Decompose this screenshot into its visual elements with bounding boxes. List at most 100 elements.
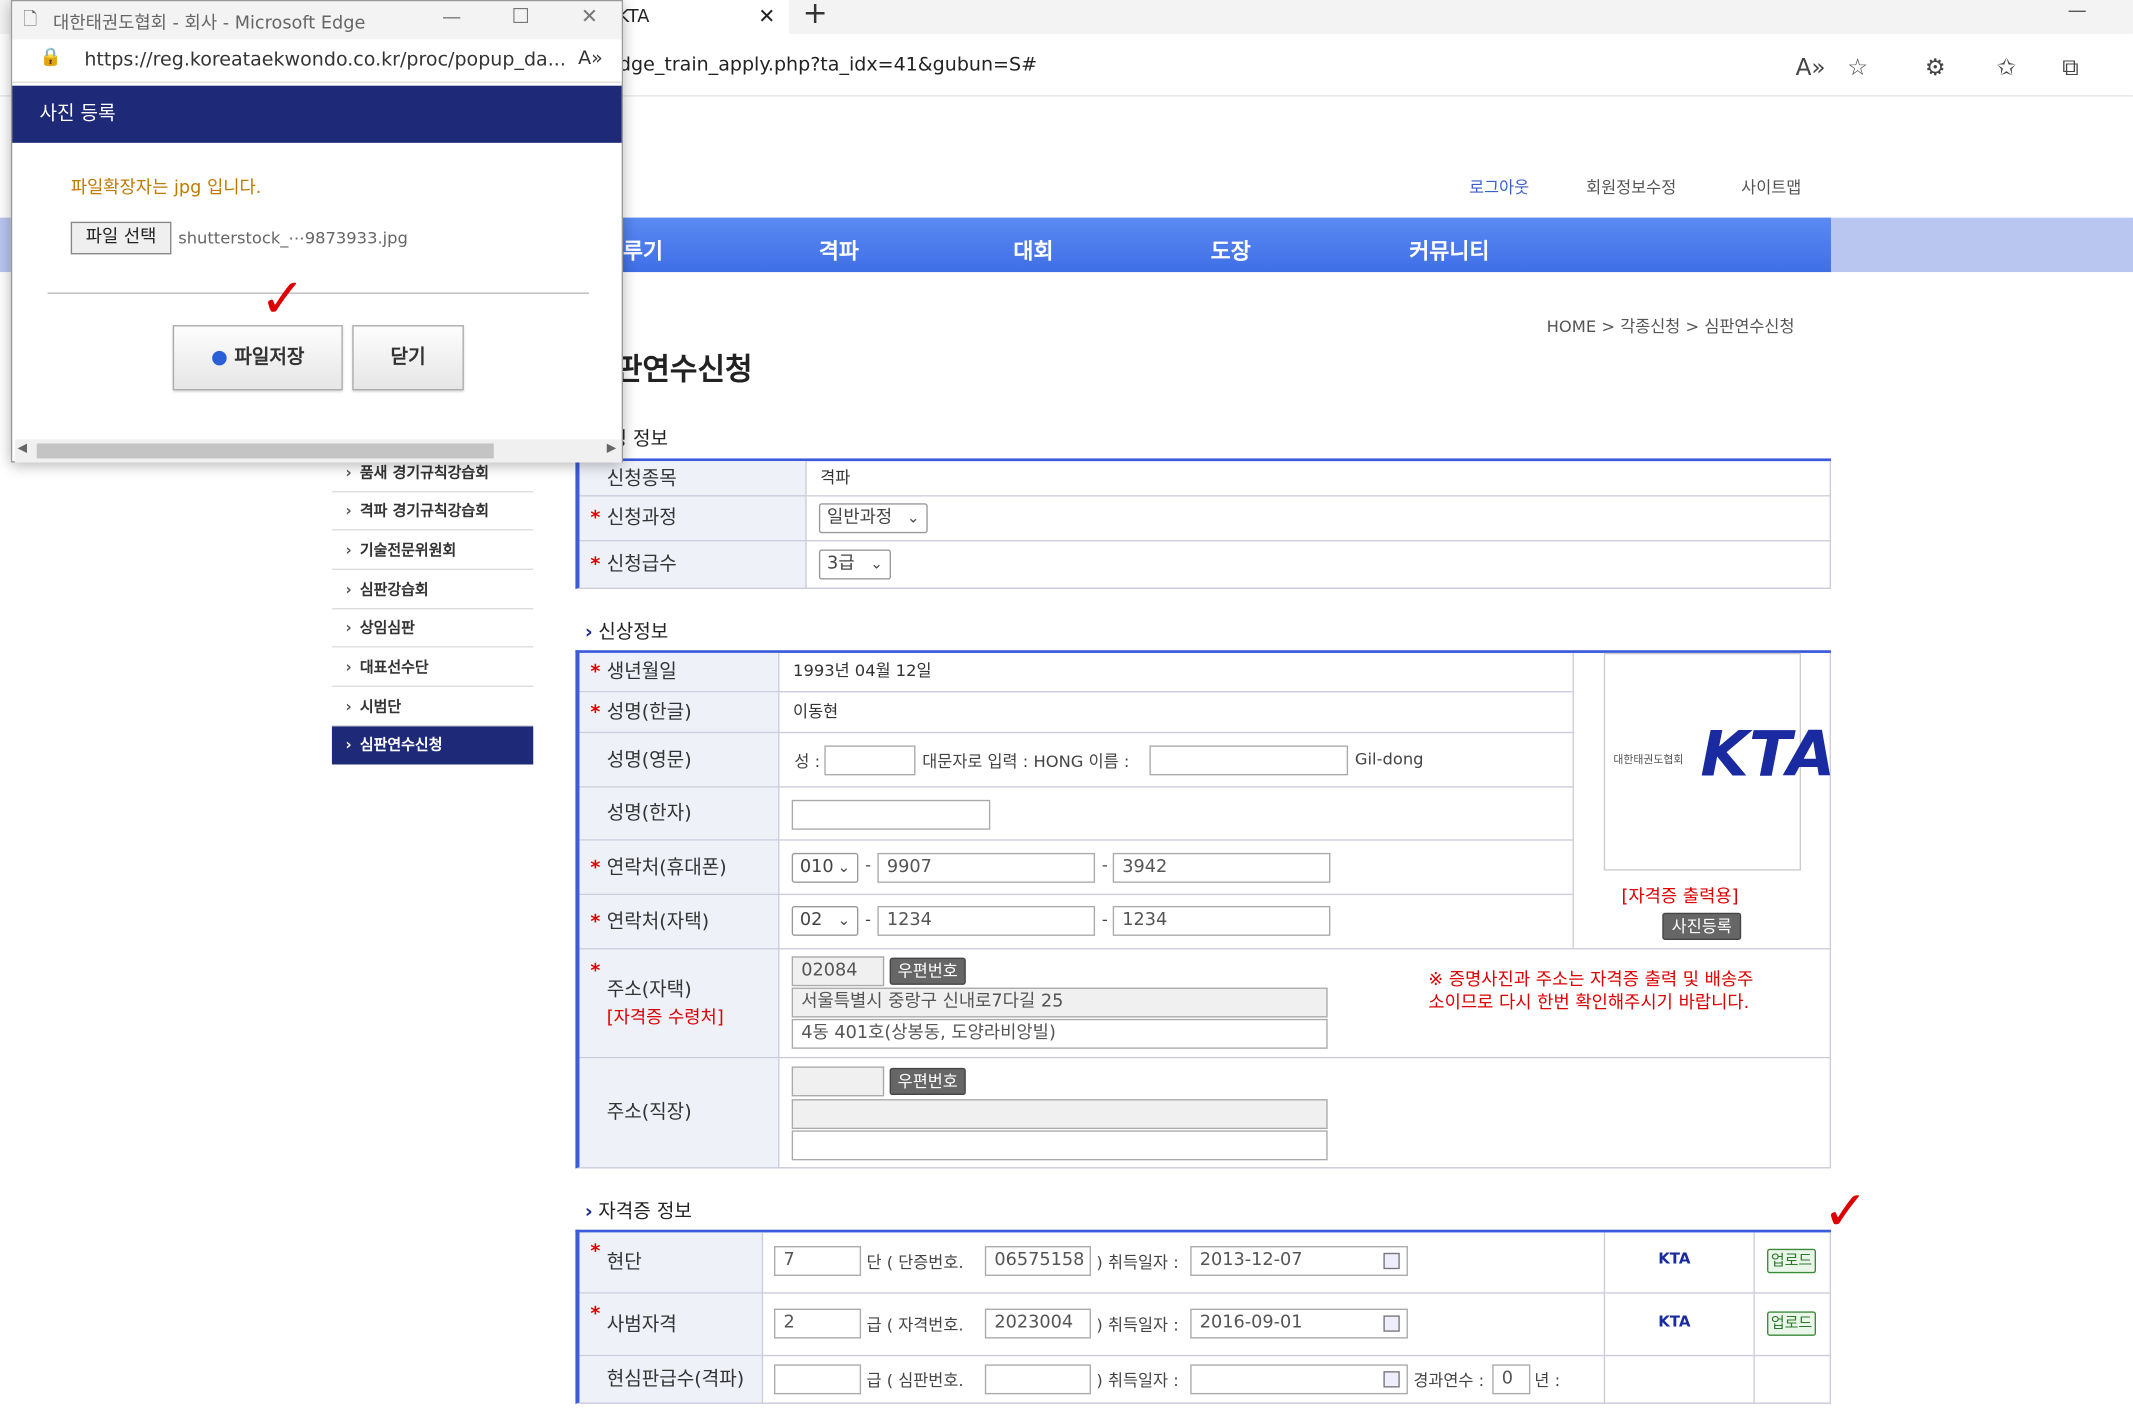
nav-item-breaking[interactable]: 격파: [819, 233, 859, 266]
select-value: 010: [799, 856, 834, 878]
nav-item-dojang[interactable]: 도장: [1211, 233, 1251, 266]
sitemap-link[interactable]: 사이트맵: [1741, 175, 1801, 198]
address-notice: ※ 증명사진과 주소는 자격증 출력 및 배송주소이므로 다시 한번 확인해주시…: [1428, 969, 1754, 1014]
nav-item-community[interactable]: 커뮤니티: [1409, 233, 1489, 266]
read-aloud-icon[interactable]: A»: [1796, 54, 1826, 81]
judge-date-input[interactable]: [1190, 1364, 1408, 1395]
new-tab-icon[interactable]: +: [803, 0, 828, 31]
popup-url[interactable]: https://reg.koreataekwondo.co.kr/proc/po…: [84, 49, 566, 71]
popup-header: 사진 등록: [12, 85, 622, 143]
popup-close-icon[interactable]: ✕: [581, 4, 598, 28]
dan-date-input[interactable]: 2013-12-07: [1190, 1246, 1408, 1276]
sidebar-item-label: 격파 경기규칙강습회: [359, 501, 489, 520]
section-label: 자격증 정보: [598, 1201, 692, 1223]
popup-maximize-icon[interactable]: ☐: [511, 4, 529, 28]
label-text: 사범자격: [606, 1314, 677, 1336]
birth-value: 1993년 04월 12일: [779, 652, 1574, 693]
course-select[interactable]: 일반과정 ⌄: [818, 503, 928, 534]
home-prefix-select[interactable]: 02 ⌄: [791, 905, 859, 936]
minimize-icon[interactable]: —: [2068, 0, 2087, 22]
photo-register-button[interactable]: 사진등록: [1662, 912, 1742, 940]
close-tab-icon[interactable]: ✕: [758, 0, 775, 34]
calendar-icon[interactable]: [1383, 1371, 1400, 1388]
chevron-right-icon: ›: [345, 618, 352, 637]
home-mid-input[interactable]: 1234: [877, 905, 1096, 936]
home-last-input[interactable]: 1234: [1112, 905, 1331, 936]
required-mark: *: [590, 661, 601, 683]
extensions-icon[interactable]: ⚙: [1925, 54, 1946, 81]
nav-item-competition[interactable]: 대회: [1013, 233, 1053, 266]
sidebar-item[interactable]: › 대표선수단: [331, 649, 534, 687]
master-number-input[interactable]: 2023004: [984, 1308, 1091, 1339]
sidebar-item[interactable]: › 격파 경기규칙강습회: [331, 492, 534, 531]
sidebar-item[interactable]: › 기술전문위원회: [331, 532, 534, 570]
file-choose-button[interactable]: 파일 선택: [70, 221, 172, 255]
work-addr1-input[interactable]: [791, 1099, 1328, 1130]
mobile-prefix-select[interactable]: 010 ⌄: [791, 852, 859, 883]
calendar-icon[interactable]: [1383, 1252, 1400, 1270]
popup-notice: 파일확장자는 jpg 입니다.: [70, 178, 262, 199]
file-save-button[interactable]: ● 파일저장: [172, 325, 343, 391]
addr1-input[interactable]: 서울특별시 중랑구 신내로7다길 25: [791, 987, 1328, 1018]
mobile-last-input[interactable]: 3942: [1112, 852, 1331, 883]
judge-number-input[interactable]: [984, 1364, 1091, 1395]
label-birth: * 생년월일: [579, 652, 780, 693]
popup-close-button[interactable]: 닫기: [352, 325, 464, 391]
logout-link[interactable]: 로그아웃: [1469, 175, 1529, 198]
label-master: * 사범자격: [579, 1293, 764, 1357]
sidebar-item[interactable]: › 시범단: [331, 688, 534, 727]
url-text[interactable]: dge_train_apply.php?ta_idx=41&gubun=S#: [619, 54, 1037, 76]
sidebar-item[interactable]: › 심판강습회: [331, 571, 534, 610]
grade-select[interactable]: 3급 ⌄: [818, 549, 891, 580]
addr2-input[interactable]: 4동 401호(상봉동, 도양라비앙빌): [791, 1018, 1328, 1049]
work-addr2-input[interactable]: [791, 1130, 1328, 1161]
dan-unit: 단 ( 단증번호.: [866, 1252, 964, 1272]
years-input[interactable]: 0: [1492, 1364, 1531, 1395]
member-edit-link[interactable]: 회원정보수정: [1586, 175, 1676, 198]
grade-cell: [806, 541, 1831, 590]
zip-input[interactable]: 02084: [791, 956, 885, 987]
label-home-phone: * 연락처(자택): [579, 895, 780, 950]
browser-tab[interactable]: KTA ✕: [598, 0, 789, 35]
judge-grade-input[interactable]: [774, 1364, 862, 1395]
zip-search-button[interactable]: 우편번호: [889, 957, 966, 985]
label-text: 생년월일: [606, 661, 677, 683]
kta-logo: KTA: [1700, 716, 1836, 791]
lock-icon[interactable]: 🔒: [39, 48, 61, 68]
calendar-icon[interactable]: [1383, 1315, 1400, 1332]
given-name-input[interactable]: [1149, 745, 1349, 776]
favorite-add-icon[interactable]: ☆: [1847, 54, 1868, 81]
dan-input[interactable]: 7: [774, 1246, 862, 1276]
scroll-left-icon[interactable]: ◀: [18, 442, 27, 456]
master-grade-input[interactable]: 2: [774, 1308, 862, 1339]
collections-icon[interactable]: ⧉: [2062, 54, 2079, 81]
button-label: 파일저장: [234, 346, 305, 369]
dan-number-input[interactable]: 06575158: [984, 1246, 1091, 1276]
mobile-mid-input[interactable]: 9907: [877, 852, 1096, 883]
work-zip-search-button[interactable]: 우편번호: [889, 1067, 966, 1096]
master-date-input[interactable]: 2016-09-01: [1190, 1308, 1408, 1339]
required-mark: *: [590, 507, 601, 530]
work-zip-input[interactable]: [791, 1066, 885, 1097]
favorites-icon[interactable]: ✩: [1997, 54, 2016, 81]
popup-minimize-icon[interactable]: —: [442, 7, 461, 29]
surname-input[interactable]: [824, 745, 916, 776]
master-upload-button[interactable]: 업로드: [1767, 1311, 1817, 1336]
label-dan: * 현단: [579, 1232, 764, 1294]
popup-read-aloud-icon[interactable]: A»: [578, 48, 603, 70]
scrollbar-thumb[interactable]: [36, 443, 494, 459]
chevron-right-icon: ›: [584, 1201, 593, 1223]
sidebar-item[interactable]: › 상임심판: [331, 609, 534, 648]
name-cn-input[interactable]: [791, 799, 991, 830]
nav-item-poomsae[interactable]: 루기: [623, 233, 663, 266]
required-mark: *: [590, 960, 601, 983]
label-name-cn: 성명(한자): [579, 787, 780, 841]
kta-logo: KTA: [1658, 1250, 1691, 1268]
id-photo: 대한태권도협회 KTA: [1603, 652, 1835, 871]
photo-caption: [자격증 출력용]: [1621, 886, 1739, 908]
chevron-down-icon: ⌄: [837, 858, 851, 877]
dan-upload-button[interactable]: 업로드: [1767, 1248, 1817, 1274]
label-subtext: [자격증 수령처]: [606, 1007, 724, 1029]
scroll-right-icon[interactable]: ▶: [607, 442, 616, 456]
sidebar-item-active[interactable]: › 심판연수신청: [331, 726, 534, 765]
